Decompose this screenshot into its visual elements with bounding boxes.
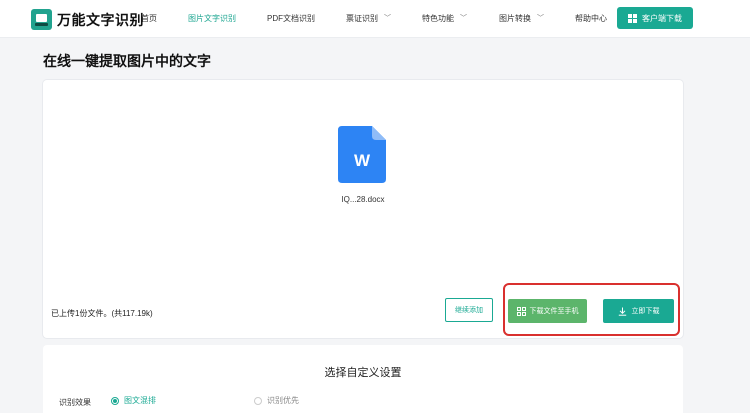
page-title: 在线一键提取图片中的文字 bbox=[43, 53, 211, 69]
settings-title: 选择自定义设置 bbox=[324, 367, 402, 379]
download-to-phone-label: 下载文件至手机 bbox=[529, 308, 579, 315]
nav-help-center[interactable]: 帮助中心 bbox=[575, 13, 607, 24]
client-download-label: 客户端下载 bbox=[642, 13, 682, 23]
download-now-button[interactable]: 立即下载 bbox=[603, 299, 674, 323]
option-recognition-first-label: 识别优先 bbox=[267, 396, 299, 405]
nav-image-ocr[interactable]: 图片文字识别 bbox=[188, 13, 236, 24]
recognition-effect-label: 识别效果 bbox=[59, 398, 91, 407]
windows-icon bbox=[628, 13, 637, 23]
qr-code-icon bbox=[516, 306, 526, 316]
word-file-letter: W bbox=[354, 151, 371, 170]
option-mixed-layout-radio[interactable]: 图文混排 bbox=[111, 395, 156, 406]
client-download-button[interactable]: 客户端下载 bbox=[617, 7, 693, 29]
chevron-down-icon: ﹀ bbox=[460, 15, 467, 22]
file-name: IQ...28.docx bbox=[341, 195, 385, 204]
upload-panel: W IQ...28.docx 已上传1份文件。(共117.19k) 继续添加 下… bbox=[43, 80, 683, 338]
radio-selected-icon bbox=[111, 396, 119, 405]
download-icon bbox=[618, 307, 626, 316]
nav-pdf-ocr[interactable]: PDF文档识别 bbox=[267, 13, 315, 24]
chevron-down-icon: ﹀ bbox=[384, 15, 391, 22]
download-to-phone-button[interactable]: 下载文件至手机 bbox=[508, 299, 587, 323]
upload-status: 已上传1份文件。(共117.19k) bbox=[51, 309, 153, 318]
word-file-icon: W bbox=[338, 126, 386, 183]
radio-unselected-icon bbox=[254, 396, 262, 405]
option-mixed-layout-label: 图文混排 bbox=[124, 396, 156, 405]
nav-image-convert[interactable]: 图片转换 ﹀ bbox=[499, 13, 544, 24]
brand-name[interactable]: 万能文字识别 bbox=[57, 10, 144, 30]
custom-settings-panel: 选择自定义设置 识别效果 图文混排 识别优先 bbox=[43, 345, 683, 413]
nav-features[interactable]: 特色功能 ﹀ bbox=[422, 13, 467, 24]
app-logo-icon[interactable] bbox=[31, 9, 52, 30]
download-now-label: 立即下载 bbox=[631, 308, 660, 315]
nav-home[interactable]: 首页 bbox=[141, 13, 157, 24]
chevron-down-icon: ﹀ bbox=[537, 15, 544, 22]
nav-ticket-ocr[interactable]: 票证识别 ﹀ bbox=[346, 13, 391, 24]
option-recognition-first-radio[interactable]: 识别优先 bbox=[254, 395, 299, 406]
top-navbar: 万能文字识别 首页 图片文字识别 PDF文档识别 票证识别 ﹀ 特色功能 ﹀ 图片转… bbox=[0, 0, 750, 38]
continue-add-button[interactable]: 继续添加 bbox=[445, 298, 493, 322]
